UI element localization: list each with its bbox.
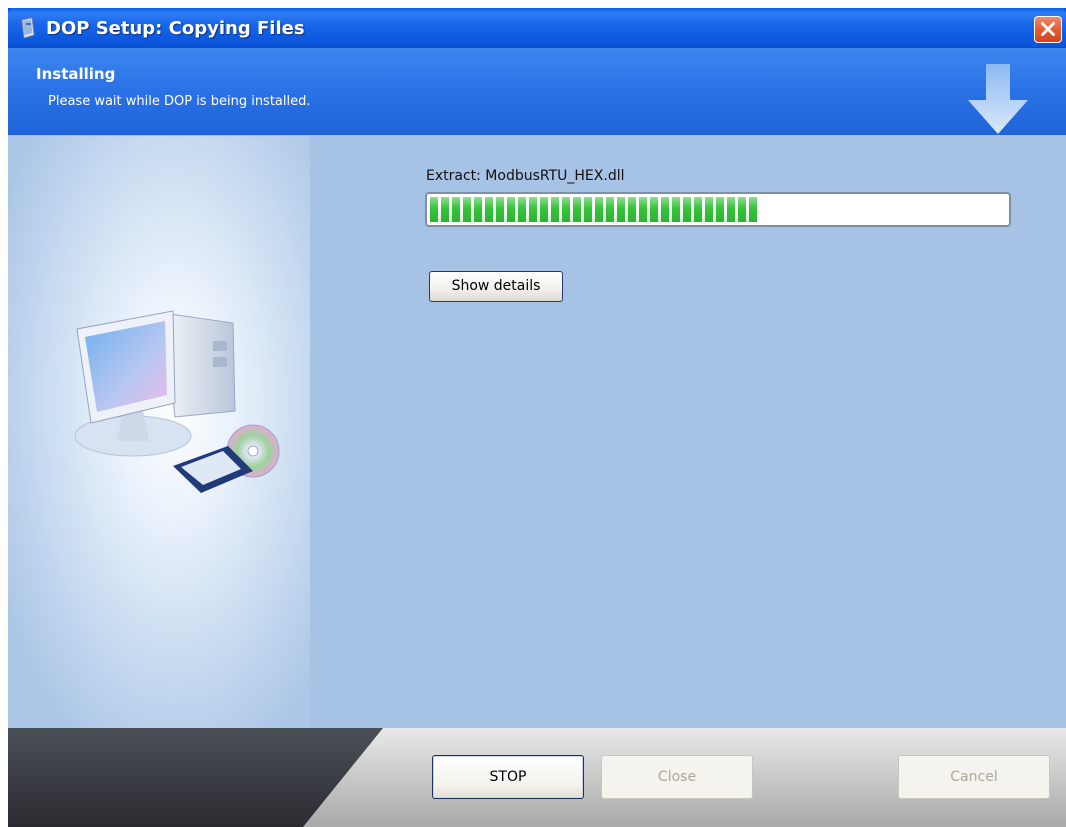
side-illustration-panel <box>8 136 310 728</box>
show-details-button[interactable]: Show details <box>429 271 563 302</box>
header-title: Installing <box>36 65 116 83</box>
setup-window: DOP Setup: Copying Files Installing Plea… <box>8 8 1066 827</box>
content-area: Extract: ModbusRTU_HEX.dll Show details <box>8 136 1066 728</box>
close-button[interactable]: Close <box>601 755 753 799</box>
stop-button[interactable]: STOP <box>432 755 584 799</box>
close-icon <box>1041 22 1055 36</box>
computer-with-cd-icon <box>74 310 280 493</box>
install-progress-bar <box>425 192 1011 227</box>
installer-app-icon <box>21 17 35 39</box>
cancel-button[interactable]: Cancel <box>898 755 1050 799</box>
window-close-button[interactable] <box>1034 16 1062 43</box>
header-subtitle: Please wait while DOP is being installed… <box>48 94 311 109</box>
header-banner: Installing Please wait while DOP is bein… <box>8 48 1066 136</box>
button-bar: STOP Close Cancel <box>8 728 1066 827</box>
footer-decoration <box>8 728 383 827</box>
down-arrow-icon <box>968 64 1028 134</box>
progress-fill <box>430 197 758 222</box>
extract-status-text: Extract: ModbusRTU_HEX.dll <box>426 168 625 184</box>
title-bar[interactable]: DOP Setup: Copying Files <box>8 8 1066 48</box>
window-title: DOP Setup: Copying Files <box>46 18 305 39</box>
